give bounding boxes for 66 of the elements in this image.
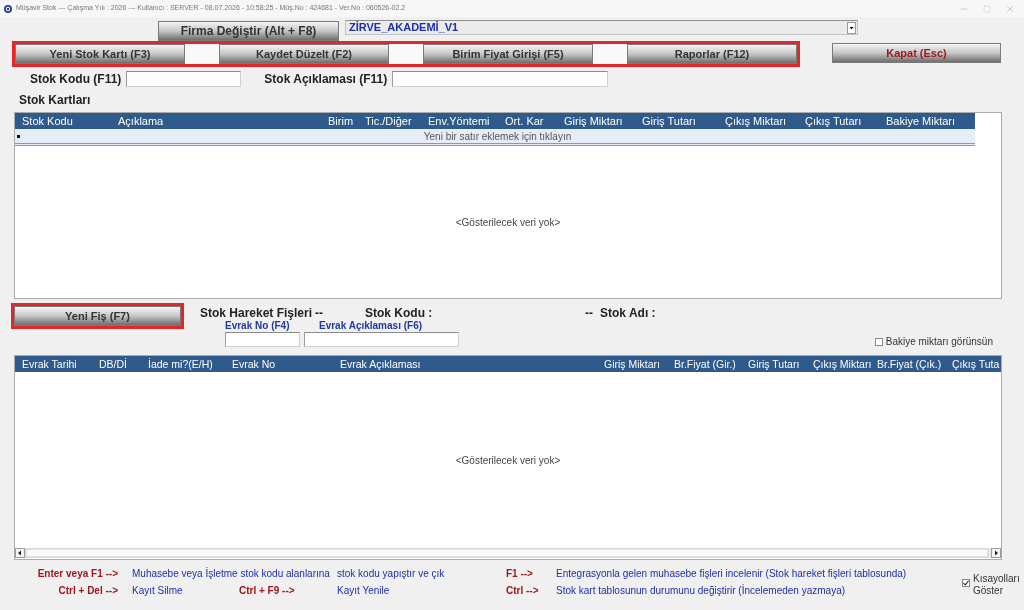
column-header[interactable]: Birim <box>321 113 358 129</box>
column-header[interactable]: Stok Kodu <box>15 113 111 129</box>
shortcut-key: Ctrl --> <box>506 583 539 598</box>
toolbar-button[interactable]: Birim Fiyat Girişi (F5) <box>423 44 593 64</box>
column-header[interactable]: Açıklama <box>111 113 321 129</box>
toolbar-button[interactable]: Kaydet Düzelt (F2) <box>219 44 389 64</box>
column-header[interactable]: Evrak No <box>225 356 333 372</box>
section-title: -- <box>315 307 323 320</box>
checkbox-label: Bakiye miktarı görünsün <box>885 335 993 349</box>
column-header[interactable]: Çıkış Miktarı <box>808 356 873 372</box>
section-title: Stok Kodu : <box>365 307 433 320</box>
app-logo-icon <box>4 4 12 13</box>
filter-input[interactable] <box>225 332 300 347</box>
column-header[interactable]: Giriş Tutarı <box>741 356 808 372</box>
column-header[interactable]: Evrak Tarihi <box>15 356 92 372</box>
new-row-hint[interactable]: Yeni bir satır eklemek için tıklayın <box>423 128 572 144</box>
section-title: Stok Adı : <box>600 307 656 320</box>
column-header[interactable]: Bakiye Miktarı <box>879 113 975 129</box>
shortcut-description: Kayıt Yenile <box>337 584 390 598</box>
column-header[interactable]: Çıkış Miktarı <box>718 113 798 129</box>
shortcut-key: Ctrl + Del --> <box>58 583 118 598</box>
shortcut-description: Muhasebe veya İşletme stok kodu alanlarına <box>132 566 330 581</box>
toolbar-button[interactable]: Raporlar (F12) <box>627 44 797 64</box>
column-header[interactable]: Tic./Diğer <box>358 113 421 129</box>
column-header[interactable]: Çıkış Tuta <box>949 356 1001 372</box>
row-marker-icon <box>17 134 20 138</box>
shortcut-key: Enter veya F1 --> <box>37 566 118 581</box>
filter-input[interactable] <box>304 332 459 347</box>
column-header[interactable]: Env.Yöntemi <box>421 113 498 129</box>
filter-label: Stok Açıklaması (F11) <box>264 71 388 88</box>
filter-label: Stok Kodu (F11) <box>30 71 122 88</box>
column-header[interactable]: İade mi?(E/H) <box>141 356 225 372</box>
shortcut-key: F1 --> <box>506 566 533 581</box>
dropdown-caret-icon[interactable] <box>847 21 856 34</box>
close-form-button[interactable]: Kapat (Esc) <box>832 43 1001 63</box>
section-title: Stok Kartları <box>19 93 91 107</box>
horizontal-scrollbar[interactable] <box>15 548 1001 558</box>
column-header[interactable]: DB/Dİ <box>92 356 141 372</box>
field-label: Evrak Açıklaması (F6) <box>319 320 423 332</box>
shortcut-description: stok kodu yapıştır ve çık <box>337 567 445 581</box>
empty-message: <Gösterilecek veri yok> <box>455 453 561 468</box>
section-title: Stok Hareket Fişleri <box>200 307 313 320</box>
column-header[interactable]: Giriş Miktarı <box>557 113 635 129</box>
checkbox[interactable] <box>874 337 883 346</box>
company-select[interactable]: ZİRVE_AKADEMİ_V1 <box>345 20 858 35</box>
column-header[interactable]: Giriş Tutarı <box>635 113 718 129</box>
empty-message: <Gösterilecek veri yok> <box>455 215 561 230</box>
shortcut-description: Stok kart tablosunun durumunu değiştirir (İncelemeden yazmaya) <box>556 583 846 598</box>
shortcut-key: Ctrl + F9 --> <box>239 583 295 598</box>
new-voucher-button[interactable]: Yeni Fiş (F7) <box>14 306 181 326</box>
column-header[interactable]: Br.Fiyat (Gir.) <box>667 356 741 372</box>
shortcut-description: Entegrasyonla gelen muhasebe fişleri incelenir (Stok hareket fişleri tablosunda) <box>556 567 907 581</box>
column-header[interactable]: Br.Fiyat (Çık.) <box>873 356 949 372</box>
checkbox-label: Kısayolları Göster <box>973 573 1021 597</box>
section-title: -- <box>585 307 593 320</box>
toolbar-button[interactable]: Yeni Stok Kartı (F3) <box>15 44 185 64</box>
checkbox[interactable] <box>962 579 970 587</box>
filter-input[interactable] <box>126 71 242 87</box>
change-company-button[interactable]: Firma Değiştir (Alt + F8) <box>158 21 339 41</box>
column-header[interactable]: Çıkış Tutarı <box>798 113 879 129</box>
field-label: Evrak No (F4) <box>225 320 290 332</box>
column-header[interactable]: Evrak Açıklaması <box>333 356 597 372</box>
column-header[interactable]: Ort. Kar <box>498 113 557 129</box>
column-header[interactable]: Giriş Miktarı <box>597 356 667 372</box>
filter-input[interactable] <box>392 71 609 87</box>
shortcut-description: Kayıt Silme <box>132 584 183 598</box>
